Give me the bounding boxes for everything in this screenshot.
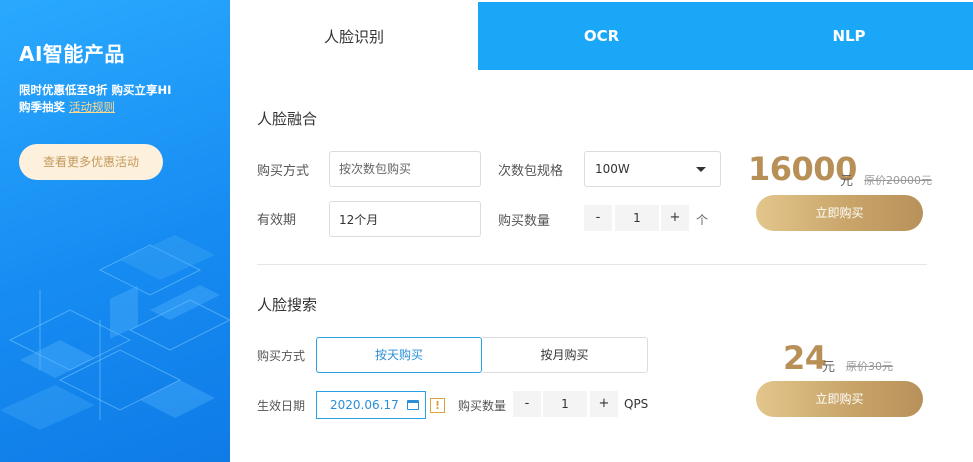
fs-quantity-unit: QPS (624, 397, 649, 411)
ff-quantity-value[interactable]: 1 (615, 205, 659, 231)
ff-quantity-label: 购买数量 (498, 214, 551, 229)
fs-original-price: 原价30元 (846, 360, 893, 373)
tab-content: 人脸融合 购买方式 次数包规格 100W 有效期 购买数量 - 1 + 个 16… (230, 70, 973, 462)
promo-desc-line2: 购季抽奖 活动规则 (19, 99, 219, 116)
fs-effective-date-label: 生效日期 (257, 399, 306, 413)
promo-title: AI智能产品 (19, 42, 125, 66)
ff-buy-now-button[interactable]: 立即购买 (756, 195, 923, 231)
ff-package-spec-select[interactable]: 100W (584, 151, 721, 187)
fs-quantity-label: 购买数量 (458, 399, 507, 413)
promo-description: 限时优惠低至8折 购买立享HI 购季抽奖 活动规则 (19, 82, 219, 116)
face-search-title: 人脸搜索 (257, 296, 318, 314)
fs-mode-by-month-option[interactable]: 按月购买 (482, 337, 648, 373)
ff-quantity-decrease-button[interactable]: - (584, 205, 612, 231)
ff-purchase-mode-label: 购买方式 (257, 164, 310, 179)
tab-ocr[interactable]: OCR (478, 2, 725, 70)
face-fusion-title: 人脸融合 (257, 110, 318, 128)
ff-quantity-unit: 个 (696, 213, 709, 227)
promo-desc-line1: 限时优惠低至8折 购买立享HI (19, 83, 172, 97)
calendar-icon (407, 400, 419, 410)
section-divider (257, 264, 927, 265)
fs-quantity-decrease-button[interactable]: - (513, 391, 541, 417)
more-offers-button[interactable]: 查看更多优惠活动 (19, 144, 163, 180)
warning-icon: ! (430, 398, 445, 413)
ff-purchase-mode-input[interactable] (329, 151, 481, 187)
ff-package-spec-label: 次数包规格 (498, 164, 564, 179)
fs-price-unit: 元 (822, 360, 836, 375)
fs-price: 24 (783, 339, 827, 377)
fs-mode-by-day-option[interactable]: 按天购买 (316, 337, 482, 373)
promo-illustration (0, 235, 230, 430)
ff-package-spec-value: 100W (595, 162, 630, 176)
fs-purchase-mode-label: 购买方式 (257, 349, 306, 363)
ff-original-price: 原价20000元 (864, 174, 932, 187)
ff-quantity-increase-button[interactable]: + (661, 205, 689, 231)
fs-quantity-increase-button[interactable]: + (590, 391, 618, 417)
activity-rules-link[interactable]: 活动规则 (69, 100, 115, 114)
fs-effective-date-value: 2020.06.17 (330, 398, 399, 412)
ff-validity-label: 有效期 (257, 213, 297, 228)
ff-validity-input[interactable] (329, 201, 481, 237)
ff-price-unit: 元 (840, 174, 854, 189)
fs-buy-now-button[interactable]: 立即购买 (756, 381, 923, 417)
tab-nlp[interactable]: NLP (725, 2, 973, 70)
chevron-down-icon (696, 167, 706, 172)
promo-desc-line2-prefix: 购季抽奖 (19, 100, 70, 114)
product-tabs: 人脸识别 OCR NLP (230, 2, 973, 70)
tab-face-recognition[interactable]: 人脸识别 (230, 2, 478, 70)
promo-panel: AI智能产品 限时优惠低至8折 购买立享HI 购季抽奖 活动规则 查看更多优惠活… (0, 0, 230, 462)
fs-effective-date-picker[interactable]: 2020.06.17 (316, 391, 426, 419)
fs-quantity-value[interactable]: 1 (543, 391, 587, 417)
